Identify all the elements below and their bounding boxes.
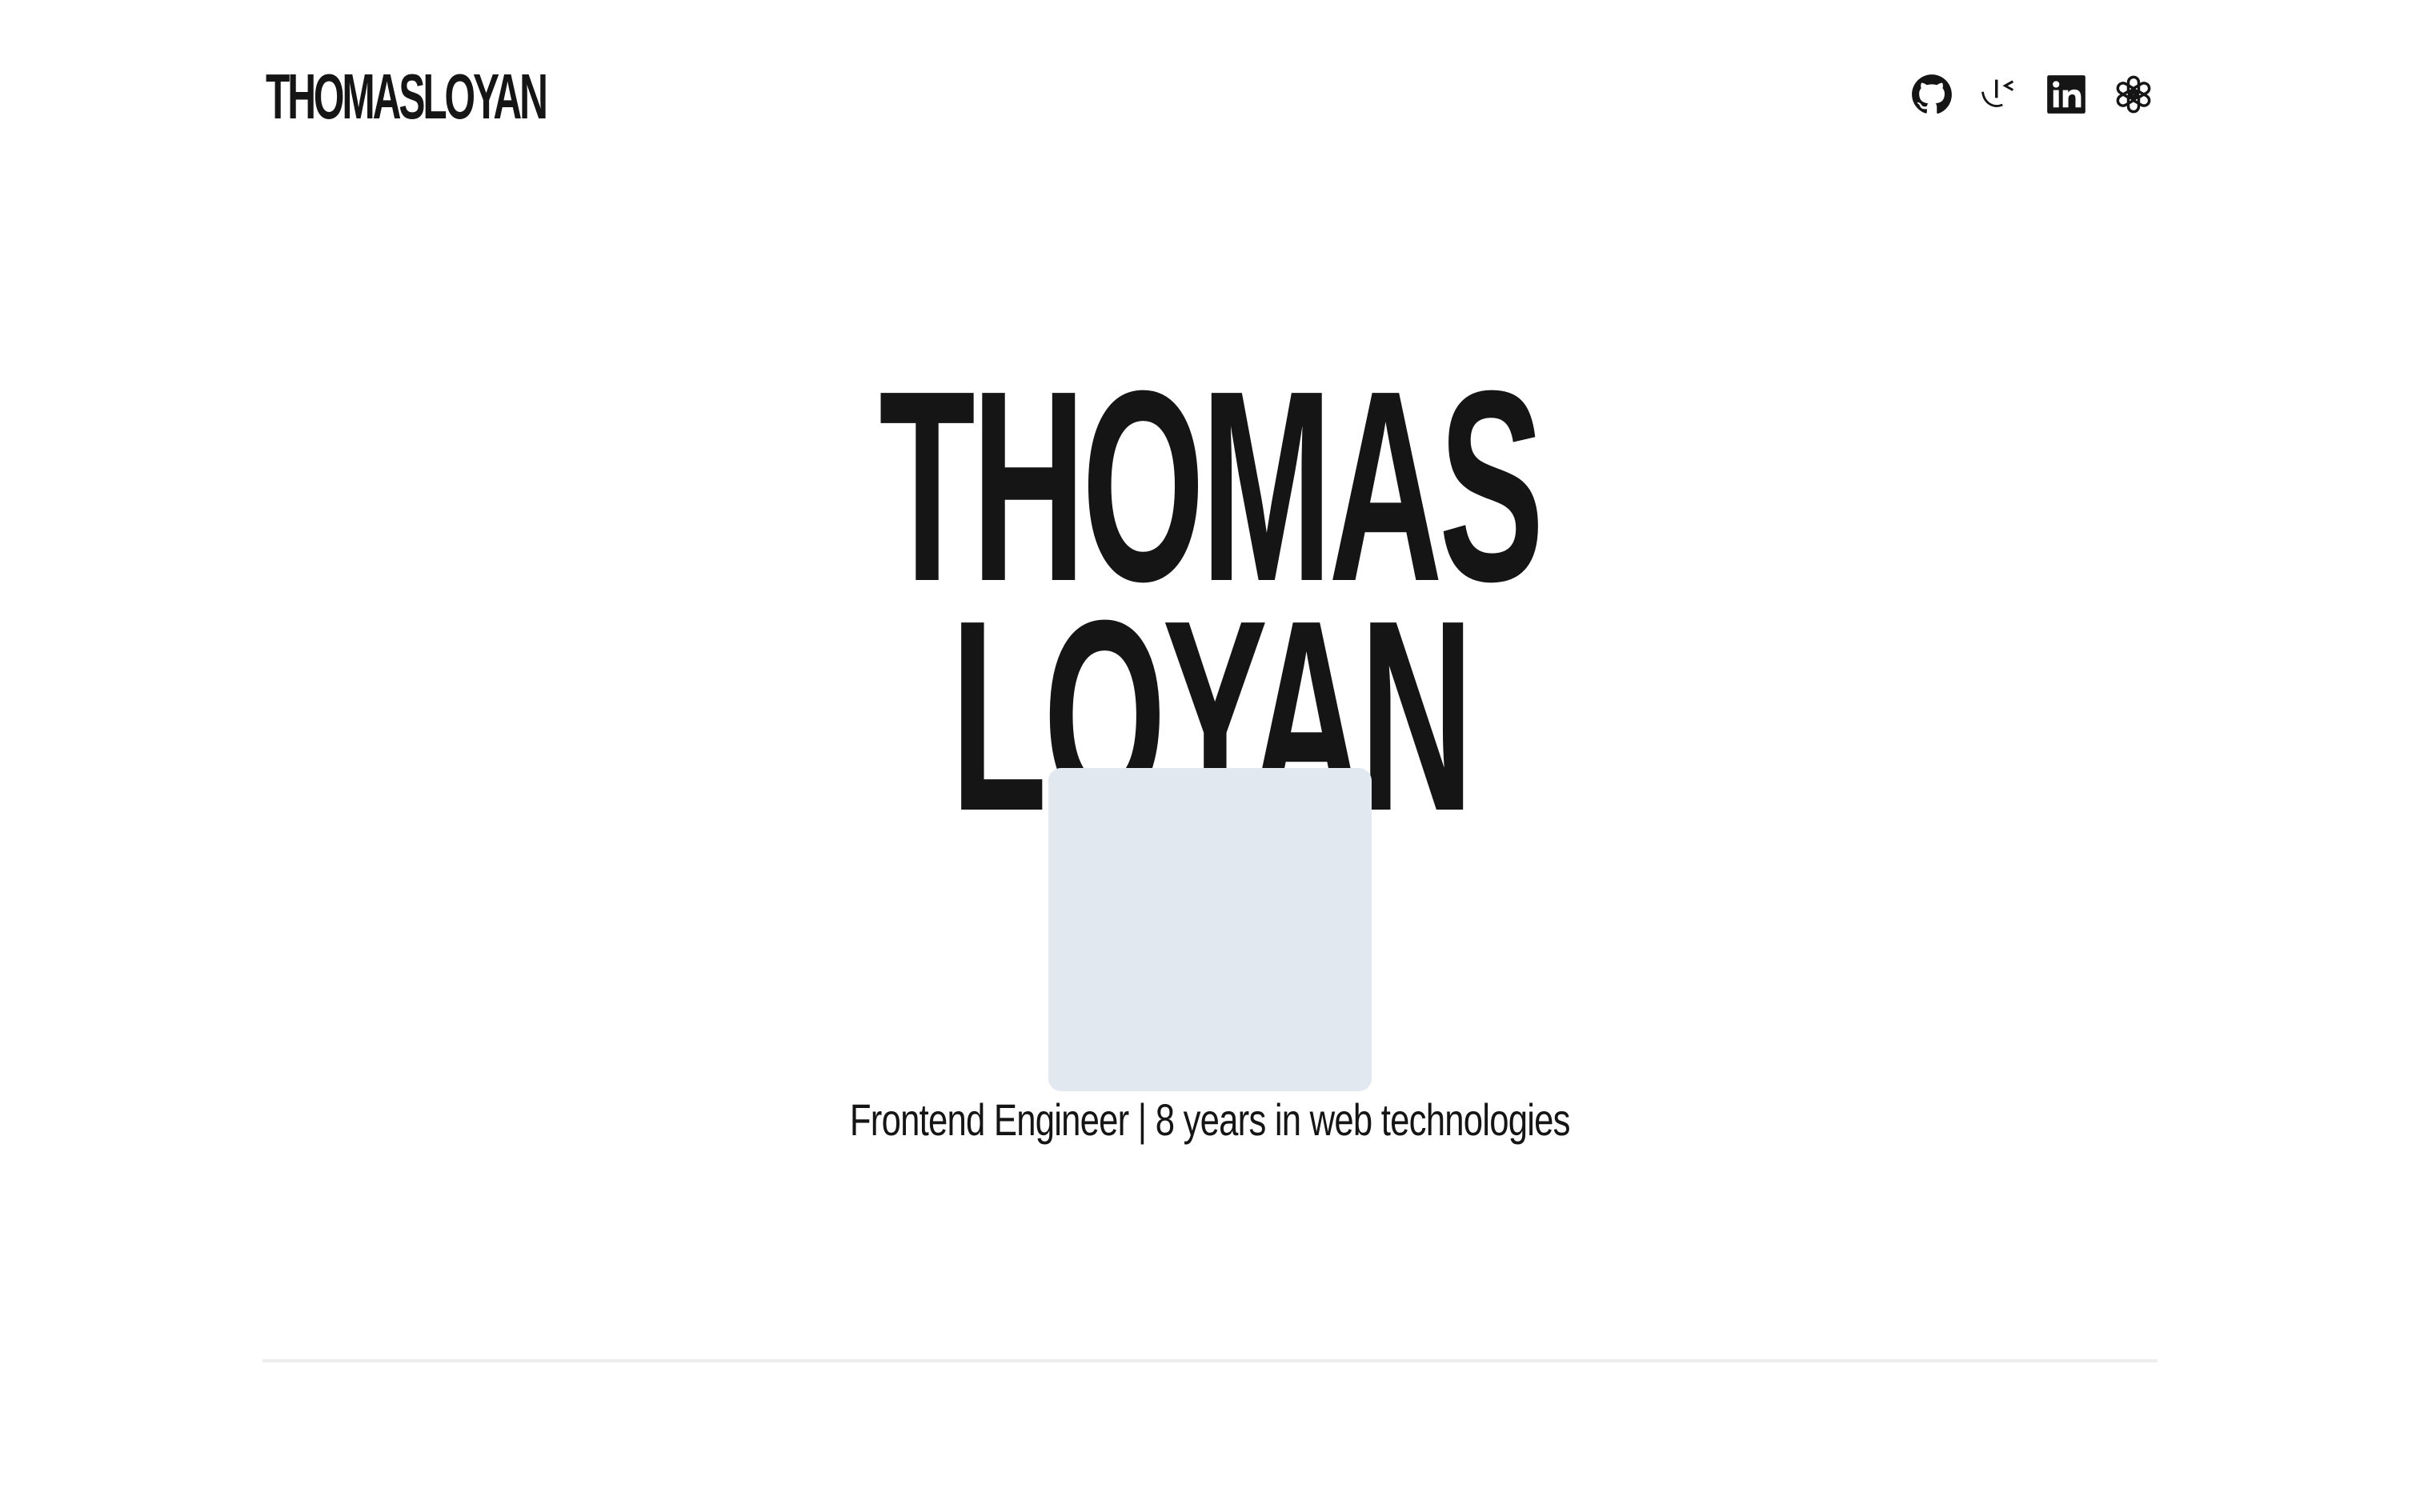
custom-monogram-icon <box>1981 79 2014 107</box>
site-logo[interactable]: THOMASLOYAN <box>266 65 548 129</box>
profile-photo-placeholder <box>1048 768 1372 1091</box>
hero-tagline-text: Frontend Engineer | 8 years in web techn… <box>850 1094 1571 1145</box>
section-divider <box>262 1359 2158 1362</box>
github-icon <box>1912 74 1952 114</box>
site-header: THOMASLOYAN <box>262 54 2158 150</box>
linkedin-link[interactable] <box>2045 74 2087 115</box>
openai-link[interactable] <box>2113 74 2154 115</box>
personal-site-link[interactable] <box>1978 74 2020 115</box>
hero-tagline: Frontend Engineer | 8 years in web techn… <box>0 1090 2420 1150</box>
linkedin-icon <box>2047 75 2085 114</box>
github-link[interactable] <box>1911 74 1953 115</box>
openai-icon <box>2116 75 2151 114</box>
social-links <box>1911 74 2154 115</box>
